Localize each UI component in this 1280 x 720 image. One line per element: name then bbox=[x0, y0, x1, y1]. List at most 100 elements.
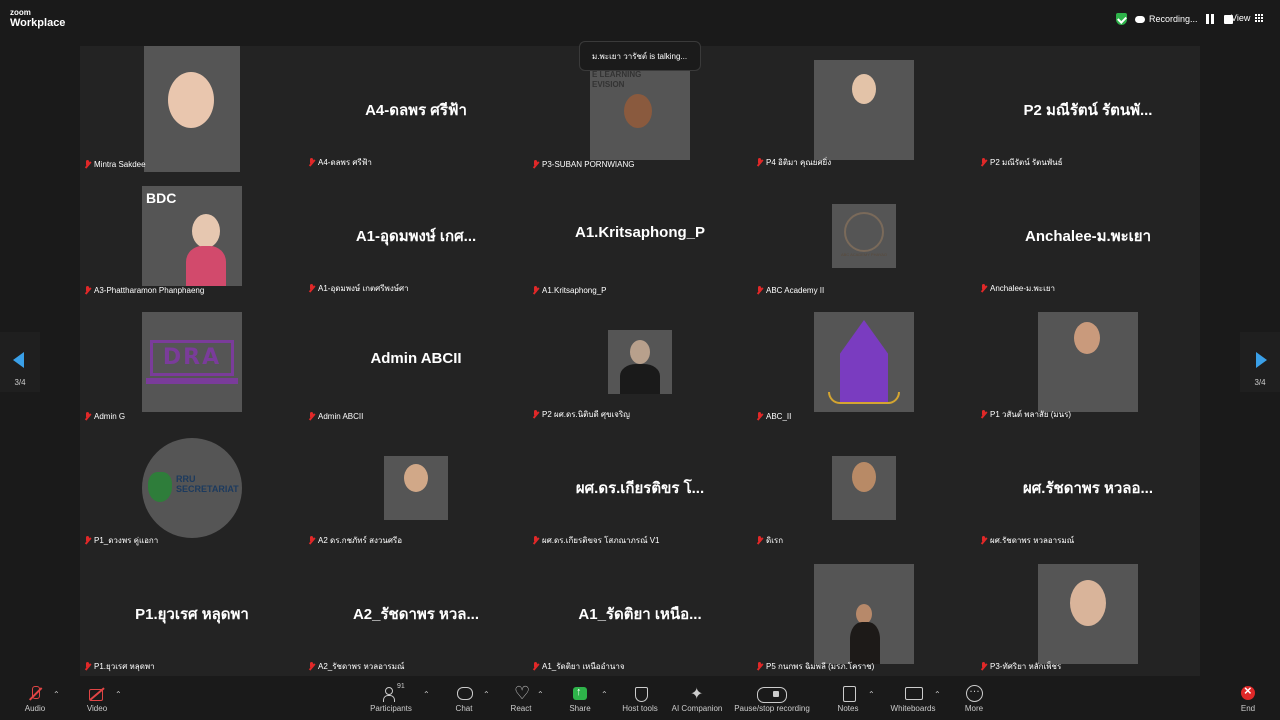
participant-avatar-photo bbox=[1038, 564, 1138, 664]
participant-name-label: Admin G bbox=[84, 412, 125, 421]
participant-tile[interactable]: P2 ผศ.ดร.นิติบดี ศุขเจริญ bbox=[528, 298, 752, 424]
whiteboard-icon bbox=[904, 686, 923, 702]
mic-muted-icon bbox=[308, 284, 315, 293]
participant-tile[interactable]: Admin ABCII Admin ABCII bbox=[304, 298, 528, 424]
participant-name-label: P3-ทัศริยา หลักเพ็ชร bbox=[980, 660, 1061, 673]
participant-name: P1.ยุวเรศ หลุดพา bbox=[94, 662, 155, 671]
participant-name: ผศ.รัชดาพร หวลอารมณ์ bbox=[990, 536, 1075, 545]
participant-tile[interactable]: DRA Admin G bbox=[80, 298, 304, 424]
share-button[interactable]: Share bbox=[566, 686, 594, 713]
participant-tile[interactable]: Anchalee-ม.พะเยา Anchalee-ม.พะเยา bbox=[976, 172, 1200, 298]
whiteboards-options-chevron-icon[interactable]: ⌃ bbox=[934, 690, 941, 699]
pause-recording-icon[interactable] bbox=[1205, 14, 1216, 24]
more-button[interactable]: More bbox=[960, 683, 988, 713]
notes-options-chevron-icon[interactable]: ⌃ bbox=[868, 690, 875, 699]
end-meeting-button[interactable]: End bbox=[1234, 683, 1262, 713]
participant-name-label: A1.Kritsaphong_P bbox=[532, 286, 607, 295]
page-indicator-right: 3/4 bbox=[1254, 378, 1266, 387]
whiteboards-button[interactable]: Whiteboards bbox=[888, 686, 938, 713]
participant-avatar-logo: ABC ACADEMY PHAYAO bbox=[832, 204, 896, 268]
audio-options-chevron-icon[interactable]: ⌃ bbox=[53, 690, 60, 699]
chat-icon bbox=[455, 686, 473, 702]
participant-tile[interactable]: P5 กนกพร ฉิมพลี (มรภ.โคราช) bbox=[752, 550, 976, 676]
participant-name: P1_ดวงพร คู่แอกา bbox=[94, 536, 159, 545]
pause-stop-label: Pause/stop recording bbox=[734, 704, 810, 713]
mic-muted-icon bbox=[756, 412, 763, 421]
host-tools-button[interactable]: Host tools bbox=[620, 686, 660, 713]
participant-name: P3-SUBAN PORNWIANG bbox=[542, 160, 635, 169]
participant-tile[interactable]: A1-อุดมพงษ์ เกศ... A1-อุดมพงษ์ เกตศรีพงษ… bbox=[304, 172, 528, 298]
participant-name-label: A1-อุดมพงษ์ เกตศรีพงษ์ศา bbox=[308, 282, 409, 295]
heart-icon bbox=[512, 683, 530, 704]
participant-tile[interactable]: A1.Kritsaphong_P A1.Kritsaphong_P bbox=[528, 172, 752, 298]
page-indicator-left: 3/4 bbox=[14, 378, 26, 387]
participant-name: P3-ทัศริยา หลักเพ็ชร bbox=[990, 662, 1062, 671]
participants-count: 91 bbox=[397, 683, 405, 690]
mic-muted-icon bbox=[84, 286, 91, 295]
participant-tile[interactable]: A2 ดร.กชภัทร์ สงวนศรีอ bbox=[304, 424, 528, 550]
participant-avatar-logo bbox=[814, 312, 914, 412]
mic-muted-icon bbox=[980, 284, 987, 293]
participant-tile[interactable]: P3-ทัศริยา หลักเพ็ชร bbox=[976, 550, 1200, 676]
encryption-shield-icon bbox=[1116, 13, 1127, 25]
audio-button[interactable]: Audio bbox=[18, 686, 52, 713]
participant-tile[interactable]: ผศ.รัชดาพร หวลอ... ผศ.รัชดาพร หวลอารมณ์ bbox=[976, 424, 1200, 550]
participant-tile[interactable]: ABC_II bbox=[752, 298, 976, 424]
participant-name: ABC_II bbox=[766, 412, 792, 421]
previous-page-button[interactable]: 3/4 bbox=[0, 332, 40, 392]
rru-logo-icon bbox=[148, 472, 172, 502]
participant-tile[interactable]: P4 อิติมา คุณยศยิ่ง bbox=[752, 46, 976, 172]
participant-name: Admin G bbox=[94, 412, 126, 421]
participant-display-name: P2 มณีรัตน์ รัตนพั... bbox=[1023, 102, 1153, 119]
view-button[interactable]: View bbox=[1231, 13, 1263, 23]
next-page-button[interactable]: 3/4 bbox=[1240, 332, 1280, 392]
video-button[interactable]: Video bbox=[80, 686, 114, 713]
participant-tile[interactable]: P2 มณีรัตน์ รัตนพั... P2 มณีรัตน์ รัตนพั… bbox=[976, 46, 1200, 172]
end-label: End bbox=[1240, 704, 1256, 713]
participant-tile[interactable]: A4-ดลพร ศรีฟ้า A4-ดลพร ศรีฟ้า bbox=[304, 46, 528, 172]
mic-muted-icon bbox=[308, 412, 315, 421]
participant-avatar-photo bbox=[814, 564, 914, 664]
participants-button[interactable]: 91 Participants bbox=[366, 683, 416, 713]
microphone-muted-icon bbox=[26, 686, 44, 702]
participant-tile[interactable]: ผศ.ดร.เกียรติขร โ... ผศ.ดร.เกียรติขจร โส… bbox=[528, 424, 752, 550]
participant-tile[interactable]: RRU SECRETARIAT P1_ดวงพร คู่แอกา bbox=[80, 424, 304, 550]
logo-text: ABC ACADEMY PHAYAO bbox=[840, 252, 887, 257]
participant-name-label: A4-ดลพร ศรีฟ้า bbox=[308, 156, 372, 169]
participant-display-name: ผศ.ดร.เกียรติขร โ... bbox=[575, 480, 705, 497]
mic-muted-icon bbox=[308, 536, 315, 545]
participant-tile[interactable]: BDC A3-Phattharamon Phanphaeng bbox=[80, 172, 304, 298]
participant-tile[interactable]: ดิเรก bbox=[752, 424, 976, 550]
participant-avatar-photo bbox=[608, 330, 672, 394]
participant-tile[interactable]: P1.ยุวเรศ หลุดพา P1.ยุวเรศ หลุดพา bbox=[80, 550, 304, 676]
video-options-chevron-icon[interactable]: ⌃ bbox=[115, 690, 122, 699]
participants-options-chevron-icon[interactable]: ⌃ bbox=[423, 690, 430, 699]
chat-button[interactable]: Chat bbox=[450, 686, 478, 713]
mic-muted-icon bbox=[308, 158, 315, 167]
participant-tile[interactable]: P1 วสันต์ พลาสัย (มนร) bbox=[976, 298, 1200, 424]
participant-tile[interactable]: Mintra Sakdee bbox=[80, 46, 304, 172]
participant-tile[interactable]: ABC ACADEMY PHAYAO ABC Academy II bbox=[752, 172, 976, 298]
pause-stop-recording-button[interactable]: Pause/stop recording bbox=[732, 686, 812, 713]
participant-display-name: A1-อุดมพงษ์ เกศ... bbox=[355, 228, 477, 245]
participant-name: A2_รัชดาพร หวลอารมณ์ bbox=[318, 662, 405, 671]
participant-name: A3-Phattharamon Phanphaeng bbox=[94, 286, 205, 295]
participant-tile[interactable]: A2_รัชดาพร หวล... A2_รัชดาพร หวลอารมณ์ bbox=[304, 550, 528, 676]
notes-button[interactable]: Notes bbox=[834, 686, 862, 713]
notes-label: Notes bbox=[837, 704, 859, 713]
participant-name: A4-ดลพร ศรีฟ้า bbox=[318, 158, 372, 167]
chat-options-chevron-icon[interactable]: ⌃ bbox=[483, 690, 490, 699]
share-options-chevron-icon[interactable]: ⌃ bbox=[601, 690, 608, 699]
ai-companion-label: AI Companion bbox=[671, 704, 723, 713]
recording-indicator: Recording... bbox=[1116, 12, 1233, 26]
participant-tile[interactable]: A1_รัดติยา เหนือ... A1_รัดติยา เหนืออำนา… bbox=[528, 550, 752, 676]
participant-name-label: A3-Phattharamon Phanphaeng bbox=[84, 286, 204, 295]
participant-name-label: P3-SUBAN PORNWIANG bbox=[532, 160, 634, 169]
react-options-chevron-icon[interactable]: ⌃ bbox=[537, 690, 544, 699]
participant-name: A2 ดร.กชภัทร์ สงวนศรีอ bbox=[318, 536, 402, 545]
react-button[interactable]: React bbox=[507, 683, 535, 713]
ai-companion-button[interactable]: AI Companion bbox=[670, 684, 724, 713]
participant-name-label: P1 วสันต์ พลาสัย (มนร) bbox=[980, 408, 1071, 421]
participant-display-name: Admin ABCII bbox=[370, 350, 462, 367]
video-label: Video bbox=[86, 704, 108, 713]
